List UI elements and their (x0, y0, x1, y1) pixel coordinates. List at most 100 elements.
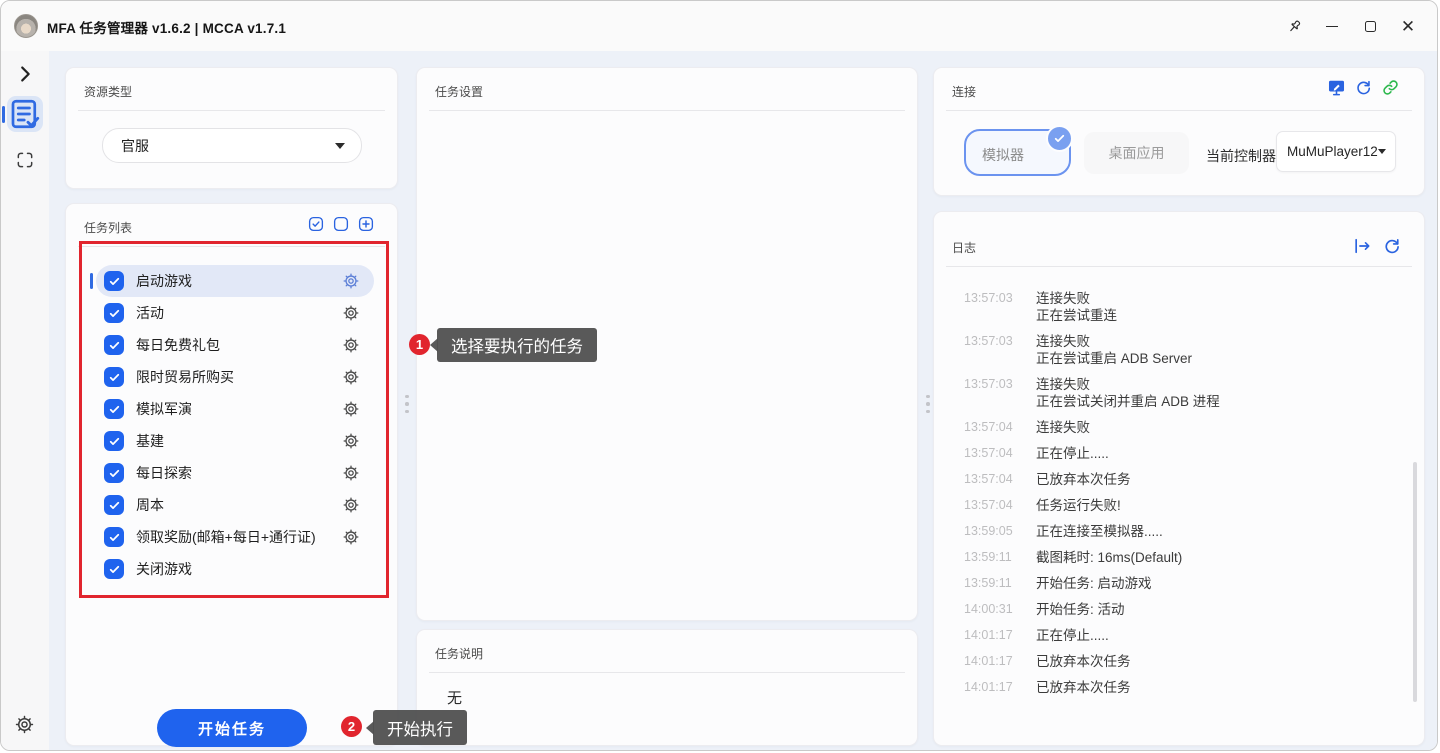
log-timestamp: 13:59:05 (964, 523, 1020, 540)
task-list-panel: 任务列表 启动游戏 活动 每日免费礼包 限时贸易所购买 模拟军演 基建 (65, 203, 398, 746)
log-line: 正在尝试关闭并重启 ADB 进程 (1036, 393, 1220, 410)
log-message: 连接失败正在尝试重启 ADB Server (1036, 333, 1192, 367)
task-checkbox[interactable] (104, 367, 124, 387)
log-message: 已放弃本次任务 (1036, 653, 1131, 670)
export-log-icon[interactable] (1352, 236, 1372, 256)
log-entry: 14:01:17 正在停止..... (964, 627, 1398, 644)
task-settings-gear-icon[interactable] (342, 400, 360, 418)
task-settings-gear-icon[interactable] (342, 464, 360, 482)
task-label: 基建 (136, 431, 342, 451)
emulator-mode-label: 模拟器 (982, 145, 1024, 165)
log-scrollbar[interactable] (1413, 462, 1417, 702)
task-row[interactable]: 启动游戏 (96, 265, 374, 297)
log-list: 13:57:03 连接失败正在尝试重连 13:57:03 连接失败正在尝试重启 … (964, 290, 1398, 705)
start-task-button[interactable]: 开始任务 (157, 709, 307, 747)
log-timestamp: 13:57:04 (964, 445, 1020, 462)
task-checkbox[interactable] (104, 399, 124, 419)
task-checkbox[interactable] (104, 559, 124, 579)
log-timestamp: 13:59:11 (964, 575, 1020, 592)
controller-value: MuMuPlayer12 (1287, 144, 1378, 159)
panel-splitter-handle[interactable] (403, 389, 411, 419)
sidebar-item-task-manager[interactable] (7, 96, 43, 132)
check-icon (108, 371, 121, 384)
selected-task-indicator (90, 273, 93, 289)
log-message: 正在停止..... (1036, 445, 1109, 462)
task-settings-gear-icon[interactable] (342, 272, 360, 290)
pin-button[interactable] (1275, 9, 1313, 43)
log-entry: 13:57:03 连接失败正在尝试重启 ADB Server (964, 333, 1398, 367)
desktop-mode-button[interactable]: 桌面应用 (1084, 132, 1189, 174)
sidebar-item-capture[interactable] (15, 150, 35, 170)
task-row[interactable]: 基建 (96, 425, 374, 457)
task-settings-gear-icon[interactable] (342, 368, 360, 386)
check-icon (108, 467, 121, 480)
sidebar-settings-button[interactable] (14, 714, 35, 735)
maximize-button[interactable] (1351, 9, 1389, 43)
task-row[interactable]: 限时贸易所购买 (96, 361, 374, 393)
link-icon[interactable] (1381, 78, 1400, 97)
annotation-step-2-badge: 2 (341, 716, 362, 737)
task-settings-gear-icon[interactable] (342, 336, 360, 354)
titlebar: MFA 任务管理器 v1.6.2 | MCCA v1.7.1 ✕ (1, 1, 1437, 51)
task-row[interactable]: 活动 (96, 297, 374, 329)
log-timestamp: 14:00:31 (964, 601, 1020, 618)
log-message: 连接失败正在尝试重连 (1036, 290, 1117, 324)
emulator-mode-button[interactable]: 模拟器 (964, 129, 1071, 176)
task-row[interactable]: 领取奖励(邮箱+每日+通行证) (96, 521, 374, 553)
task-checkbox[interactable] (104, 495, 124, 515)
window-controls: ✕ (1275, 1, 1427, 51)
panel-splitter-handle[interactable] (924, 389, 932, 419)
monitor-edit-icon[interactable] (1327, 78, 1346, 97)
frame-capture-icon (15, 150, 35, 170)
task-checkbox[interactable] (104, 527, 124, 547)
task-checkbox[interactable] (104, 431, 124, 451)
task-list: 启动游戏 活动 每日免费礼包 限时贸易所购买 模拟军演 基建 每日探索 周本 领… (96, 265, 374, 585)
sidebar-selected-indicator (2, 106, 5, 123)
minimize-button[interactable] (1313, 9, 1351, 43)
select-all-icon[interactable] (307, 215, 325, 233)
controller-dropdown[interactable]: MuMuPlayer12 (1276, 131, 1396, 172)
divider (946, 110, 1412, 111)
log-line: 正在停止..... (1036, 445, 1109, 462)
task-row[interactable]: 每日免费礼包 (96, 329, 374, 361)
task-row[interactable]: 关闭游戏 (96, 553, 374, 585)
task-checkbox[interactable] (104, 463, 124, 483)
main-content: 资源类型 官服 任务列表 启动游戏 活动 每日免费礼包 (49, 51, 1437, 750)
refresh-icon[interactable] (1354, 78, 1373, 97)
task-label: 每日免费礼包 (136, 335, 342, 355)
task-settings-gear-icon[interactable] (342, 496, 360, 514)
task-settings-gear-icon[interactable] (342, 432, 360, 450)
check-icon (108, 563, 121, 576)
log-timestamp: 14:01:17 (964, 653, 1020, 670)
task-row[interactable]: 每日探索 (96, 457, 374, 489)
sidebar-expand-button[interactable] (14, 63, 36, 85)
task-checkbox[interactable] (104, 271, 124, 291)
log-message: 正在停止..... (1036, 627, 1109, 644)
close-button[interactable]: ✕ (1389, 9, 1427, 43)
log-message: 截图耗时: 16ms(Default) (1036, 549, 1182, 566)
check-icon (108, 499, 121, 512)
check-icon (108, 307, 121, 320)
log-timestamp: 13:57:04 (964, 471, 1020, 488)
log-line: 截图耗时: 16ms(Default) (1036, 549, 1182, 566)
check-icon (1053, 132, 1066, 145)
log-line: 正在停止..... (1036, 627, 1109, 644)
task-checkbox[interactable] (104, 303, 124, 323)
deselect-all-icon[interactable] (332, 215, 350, 233)
task-settings-gear-icon[interactable] (342, 304, 360, 322)
task-list-title: 任务列表 (84, 219, 132, 236)
resource-type-dropdown[interactable]: 官服 (102, 128, 362, 163)
app-logo (14, 14, 38, 38)
task-label: 每日探索 (136, 463, 342, 483)
add-task-icon[interactable] (357, 215, 375, 233)
task-row[interactable]: 模拟军演 (96, 393, 374, 425)
task-label: 启动游戏 (136, 271, 342, 291)
task-checkbox[interactable] (104, 335, 124, 355)
log-message: 开始任务: 启动游戏 (1036, 575, 1152, 592)
task-row[interactable]: 周本 (96, 489, 374, 521)
divider (429, 110, 905, 111)
task-settings-gear-icon[interactable] (342, 528, 360, 546)
divider (429, 672, 905, 673)
task-label: 活动 (136, 303, 342, 323)
refresh-icon[interactable] (1382, 236, 1402, 256)
